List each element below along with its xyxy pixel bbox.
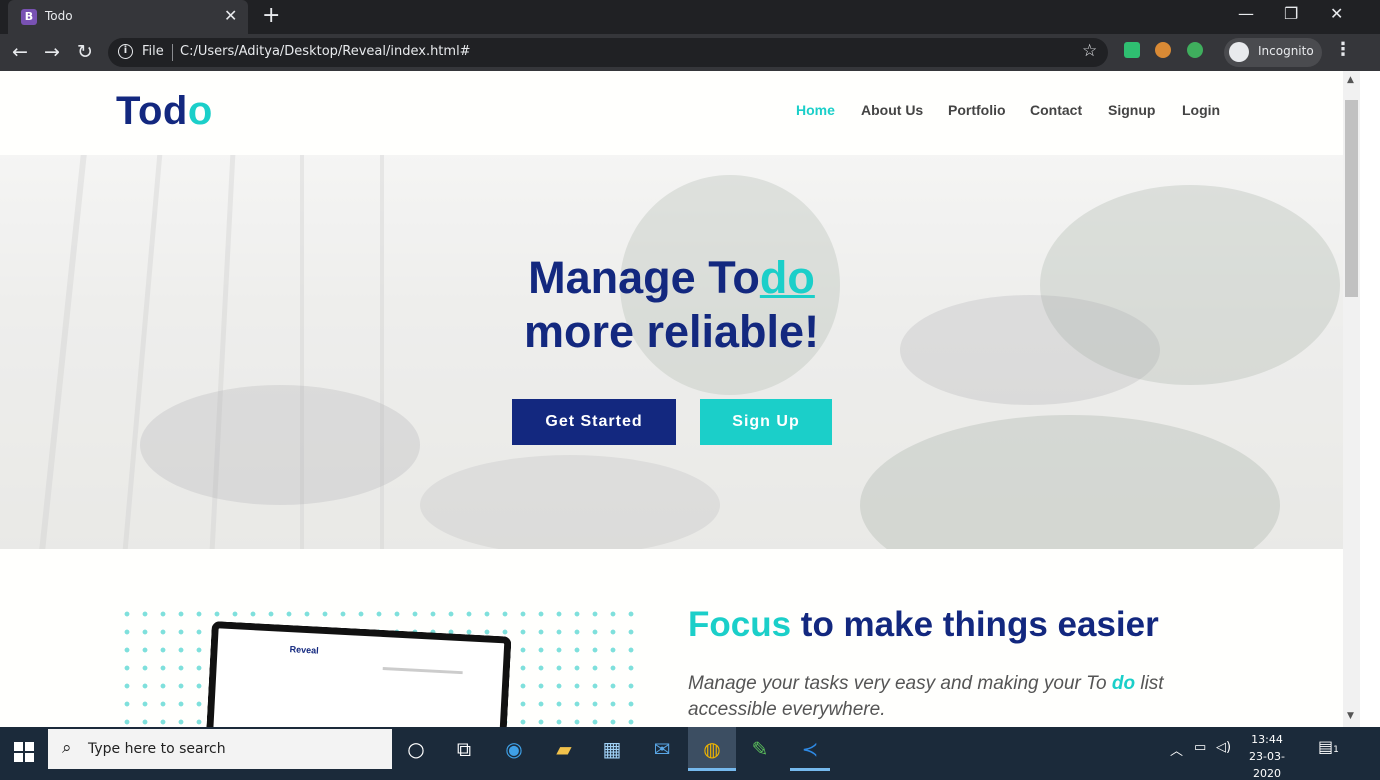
notepad-plus-icon[interactable]: ✎ xyxy=(746,735,774,763)
mail-icon[interactable]: ✉ xyxy=(648,735,676,763)
address-separator xyxy=(172,44,173,61)
feature-title: Focus to make things easier xyxy=(688,605,1159,645)
scrollbar-thumb[interactable] xyxy=(1345,100,1358,297)
nav-about-us[interactable]: About Us xyxy=(861,102,923,118)
laptop-screen-nav xyxy=(382,667,463,675)
globe-extension-icon[interactable] xyxy=(1187,42,1203,58)
address-url[interactable]: C:/Users/Aditya/Desktop/Reveal/index.htm… xyxy=(180,44,471,59)
nav-login[interactable]: Login xyxy=(1182,102,1220,118)
back-arrow-icon[interactable]: ← xyxy=(12,41,28,63)
feature-description: Manage your tasks very easy and making y… xyxy=(688,671,1248,723)
browser-toolbar: ← → ↻ i File C:/Users/Aditya/Desktop/Rev… xyxy=(0,34,1380,71)
incognito-badge[interactable]: Incognito xyxy=(1224,38,1322,67)
close-window-icon[interactable]: ✕ xyxy=(1330,4,1343,23)
laptop-image: Reveal xyxy=(204,621,512,727)
site-info-icon[interactable]: i xyxy=(118,44,133,59)
forward-arrow-icon[interactable]: → xyxy=(44,41,60,63)
nav-contact[interactable]: Contact xyxy=(1030,102,1082,118)
bootstrap-favicon-icon: B xyxy=(21,9,37,25)
logo-accent: o xyxy=(187,89,213,133)
search-icon: ⌕ xyxy=(62,738,72,758)
taskbar-search-box[interactable]: ⌕ Type here to search xyxy=(48,729,392,769)
browser-menu-icon[interactable]: ⋮ xyxy=(1334,39,1352,60)
minimize-icon[interactable]: — xyxy=(1238,4,1254,23)
address-bar[interactable]: i File C:/Users/Aditya/Desktop/Reveal/in… xyxy=(108,38,1108,67)
taskbar-clock[interactable]: 13:44 23-03-2020 xyxy=(1236,731,1298,780)
shield-extension-icon[interactable] xyxy=(1124,42,1140,58)
feature-title-rest: to make things easier xyxy=(791,605,1159,644)
scroll-down-arrow-icon[interactable]: ▼ xyxy=(1347,711,1354,721)
window-edge xyxy=(1360,71,1380,727)
site-header: Todo Home About Us Portfolio Contact Sig… xyxy=(0,71,1343,155)
feature-text-part1: Manage your tasks very easy and making y… xyxy=(688,673,1112,694)
feature-text-accent: do xyxy=(1111,673,1136,694)
site-logo[interactable]: Todo xyxy=(116,89,213,134)
hero-title-line1: Manage Todo xyxy=(0,251,1343,305)
page-viewport: Todo Home About Us Portfolio Contact Sig… xyxy=(0,71,1343,727)
page-scrollbar[interactable]: ▲ ▼ xyxy=(1343,71,1360,727)
laptop-screen-logo: Reveal xyxy=(289,644,319,656)
network-icon[interactable]: ▭ xyxy=(1194,740,1206,755)
hero-title-line2: more reliable! xyxy=(523,306,820,357)
volume-icon[interactable]: ◁) xyxy=(1216,740,1231,755)
restore-icon[interactable]: ❐ xyxy=(1284,4,1298,23)
bookmark-star-icon[interactable]: ☆ xyxy=(1082,41,1097,61)
notification-count: 1 xyxy=(1333,745,1339,755)
task-view-icon[interactable]: ⧉ xyxy=(450,735,478,763)
edge-browser-icon[interactable]: ◉ xyxy=(500,735,528,763)
nav-signup[interactable]: Signup xyxy=(1108,102,1155,118)
hero-title-accent: do xyxy=(759,252,815,303)
hero-title-part1: Manage To xyxy=(528,252,760,303)
feature-title-accent: Focus xyxy=(688,605,792,644)
close-tab-icon[interactable]: ✕ xyxy=(224,6,237,25)
clock-time: 13:44 xyxy=(1251,733,1283,746)
vscode-icon[interactable]: ≺ xyxy=(796,735,824,763)
cookie-extension-icon[interactable] xyxy=(1155,42,1171,58)
get-started-button[interactable]: Get Started xyxy=(512,399,676,445)
feature-section: Reveal Focus to make things easier Manag… xyxy=(0,549,1343,727)
chrome-active-indicator xyxy=(688,768,736,771)
file-explorer-icon[interactable]: ▰ xyxy=(550,735,578,763)
chrome-icon: ◍ xyxy=(703,737,721,761)
tab-title: Todo xyxy=(45,9,73,23)
reload-icon[interactable]: ↻ xyxy=(77,41,93,63)
tray-chevron-icon[interactable]: ︿ xyxy=(1170,740,1183,759)
incognito-label: Incognito xyxy=(1258,44,1314,58)
clock-date: 23-03-2020 xyxy=(1249,750,1285,780)
action-center-icon[interactable]: ▤1 xyxy=(1318,737,1340,759)
windows-start-icon[interactable] xyxy=(14,742,34,762)
nav-portfolio[interactable]: Portfolio xyxy=(948,102,1006,118)
address-scheme: File xyxy=(142,44,164,59)
incognito-icon xyxy=(1229,42,1249,62)
browser-tab-strip: B Todo ✕ + — ❐ ✕ xyxy=(0,0,1380,34)
logo-main: Tod xyxy=(116,89,188,133)
vscode-running-indicator xyxy=(790,768,830,771)
browser-tab[interactable]: B Todo ✕ xyxy=(8,0,248,34)
cortana-icon[interactable]: ○ xyxy=(402,735,430,763)
scroll-up-arrow-icon[interactable]: ▲ xyxy=(1347,75,1354,85)
new-tab-icon[interactable]: + xyxy=(262,3,280,28)
hero-section: Manage Todo more reliable! Get Started S… xyxy=(0,155,1343,549)
windows-taskbar: ⌕ Type here to search ○ ⧉ ◉ ▰ ▦ ✉ ◍ ✎ ≺ … xyxy=(0,727,1380,780)
store-icon[interactable]: ▦ xyxy=(598,735,626,763)
sign-up-button[interactable]: Sign Up xyxy=(700,399,832,445)
nav-home[interactable]: Home xyxy=(796,102,835,118)
taskbar-search-placeholder: Type here to search xyxy=(88,741,226,757)
